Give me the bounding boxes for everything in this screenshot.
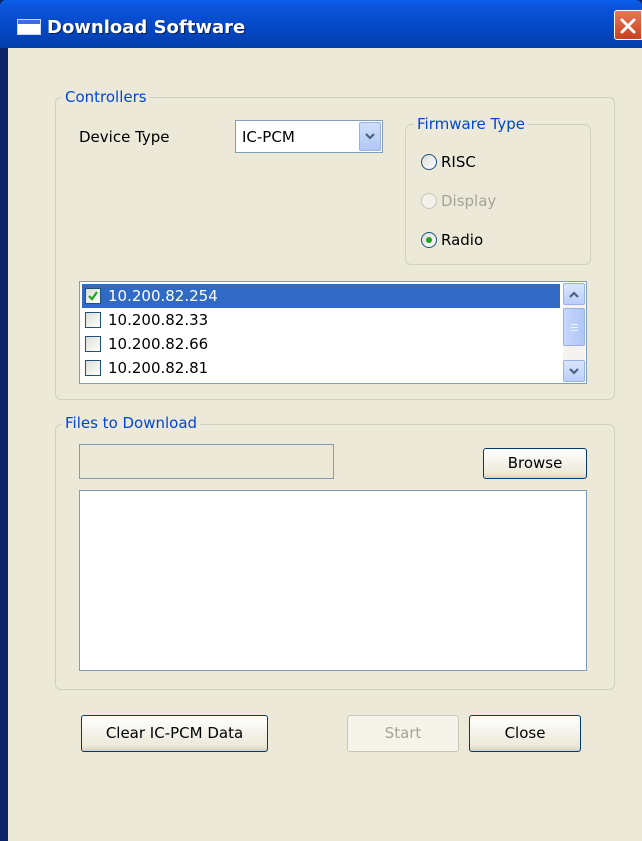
scroll-down-button[interactable] — [563, 360, 585, 382]
controllers-group-label: Controllers — [62, 88, 150, 106]
radio-risc[interactable] — [421, 154, 437, 170]
device-ip: 10.200.82.254 — [108, 287, 218, 305]
clear-ic-pcm-data-button[interactable]: Clear IC-PCM Data — [81, 715, 268, 752]
browse-button[interactable]: Browse — [483, 448, 587, 479]
radio-selected-dot — [426, 237, 432, 243]
list-item[interactable]: 10.200.82.81 — [82, 356, 560, 380]
radio-risc-label[interactable]: RISC — [441, 153, 476, 171]
list-item[interactable]: 10.200.82.254 — [82, 284, 560, 308]
file-path-field[interactable] — [79, 444, 334, 479]
radio-radio-label[interactable]: Radio — [441, 231, 483, 249]
window-title: Download Software — [47, 17, 246, 38]
scroll-up-button[interactable] — [563, 283, 585, 305]
device-checkbox[interactable] — [85, 360, 101, 376]
files-list[interactable] — [79, 490, 587, 671]
scroll-thumb[interactable] — [563, 308, 585, 346]
close-button[interactable]: Close — [469, 715, 581, 752]
chevron-up-icon — [569, 291, 579, 298]
device-type-dropdown-button[interactable] — [359, 122, 381, 151]
firmware-type-group-label: Firmware Type — [414, 115, 528, 133]
device-type-value: IC-PCM — [242, 128, 295, 146]
radio-display — [421, 193, 437, 209]
list-item[interactable]: 10.200.82.66 — [82, 332, 560, 356]
device-type-dropdown[interactable]: IC-PCM — [235, 120, 383, 153]
window-icon — [17, 19, 41, 35]
device-ip: 10.200.82.81 — [108, 359, 209, 377]
close-icon — [620, 18, 636, 34]
close-window-button[interactable] — [614, 10, 642, 40]
checkmark-icon — [88, 291, 98, 301]
title-bar[interactable]: Download Software — [0, 0, 642, 48]
device-ip: 10.200.82.33 — [108, 311, 209, 329]
device-checkbox[interactable] — [85, 336, 101, 352]
radio-radio[interactable] — [421, 232, 437, 248]
chevron-down-icon — [569, 368, 579, 375]
start-button: Start — [347, 715, 459, 752]
list-item[interactable]: 10.200.82.33 — [82, 308, 560, 332]
files-to-download-group-label: Files to Download — [62, 414, 201, 432]
device-list-scrollbar[interactable] — [563, 283, 585, 382]
device-checkbox[interactable] — [85, 312, 101, 328]
radio-display-label: Display — [441, 192, 497, 210]
device-ip: 10.200.82.66 — [108, 335, 209, 353]
download-software-window: Download Software Controllers Device Typ… — [0, 0, 642, 841]
device-type-label: Device Type — [79, 128, 170, 146]
controller-device-list[interactable]: 10.200.82.254 10.200.82.33 10.200.82.66 … — [79, 281, 587, 384]
chevron-down-icon — [365, 133, 375, 140]
device-checkbox[interactable] — [85, 288, 101, 304]
